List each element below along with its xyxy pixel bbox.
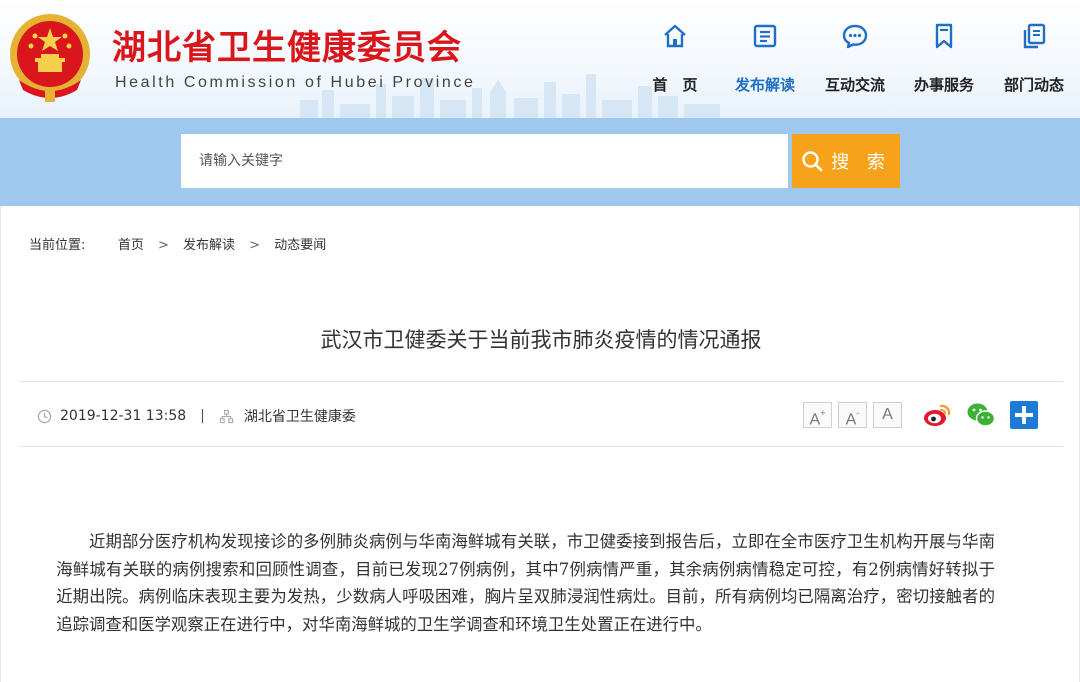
meta-separator: | [200, 408, 205, 424]
breadcrumb-separator: > [249, 238, 261, 253]
nav-label-home: 首 页 [652, 76, 698, 94]
nav-item-services[interactable]: 办事服务 [894, 22, 994, 102]
breadcrumb-home[interactable]: 首页 [118, 238, 144, 253]
meta-divider [19, 446, 1063, 447]
nav-item-home[interactable]: 首 页 [625, 22, 725, 102]
chat-icon [842, 24, 868, 49]
copy-icon [1023, 23, 1046, 49]
site-title: 湖北省卫生健康委员会 [112, 28, 462, 68]
publish-datetime: 2019-12-31 13:58 [60, 408, 187, 424]
site-subtitle: Health Commission of Hubei Province [115, 74, 476, 91]
bookmark-icon [935, 23, 953, 49]
breadcrumb-separator: > [157, 238, 169, 253]
nav-label-release: 发布解读 [734, 76, 795, 94]
breadcrumb-news[interactable]: 动态要闻 [274, 238, 326, 253]
nav-item-release[interactable]: 发布解读 [715, 22, 815, 102]
nav-item-department[interactable]: 部门动态 [984, 22, 1080, 102]
clock-icon [37, 409, 52, 423]
breadcrumb-prefix: 当前位置: [29, 238, 86, 253]
article-body: 近期部分医疗机构发现接诊的多例肺炎病例与华南海鲜城有关联，市卫健委接到报告后，立… [56, 528, 995, 638]
more-share-icon[interactable] [1009, 400, 1039, 430]
document-icon [753, 24, 777, 48]
article-paragraph: 近期部分医疗机构发现接诊的多例肺炎病例与华南海鲜城有关联，市卫健委接到报告后，立… [56, 532, 995, 634]
article-title: 武汉市卫健委关于当前我市肺炎疫情的情况通报 [320, 328, 762, 352]
article-source: 湖北省卫生健康委 [243, 409, 356, 425]
title-divider [19, 381, 1063, 382]
site-header: 湖北省卫生健康委员会 Health Commission of Hubei Pr… [0, 0, 1080, 118]
breadcrumb: 当前位置: 首页 > 发布解读 > 动态要闻 [29, 234, 326, 253]
home-icon [664, 24, 686, 48]
search-bar: 搜 索 [0, 118, 1080, 206]
weibo-share-icon[interactable] [922, 400, 952, 430]
search-button[interactable]: 搜 索 [792, 134, 900, 188]
wechat-share-icon[interactable] [966, 400, 996, 430]
nav-label-department: 部门动态 [1003, 76, 1064, 94]
organization-icon [219, 409, 234, 423]
article-container: 当前位置: 首页 > 发布解读 > 动态要闻 武汉市卫健委关于当前我市肺炎疫情的… [0, 206, 1080, 682]
search-input[interactable] [181, 134, 788, 188]
nav-item-interaction[interactable]: 互动交流 [805, 22, 905, 102]
font-increase-button[interactable]: A+ [803, 402, 832, 428]
search-icon [802, 151, 823, 172]
font-decrease-button[interactable]: A- [838, 402, 867, 428]
nav-label-services: 办事服务 [913, 76, 974, 94]
font-reset-button[interactable]: A [873, 402, 902, 428]
nav-label-interaction: 互动交流 [824, 76, 885, 94]
national-emblem-logo [10, 14, 90, 102]
breadcrumb-release[interactable]: 发布解读 [183, 238, 235, 253]
search-button-label: 搜 索 [831, 152, 891, 173]
article-meta: 2019-12-31 13:58 | 湖北省卫生健康委 [37, 406, 356, 426]
